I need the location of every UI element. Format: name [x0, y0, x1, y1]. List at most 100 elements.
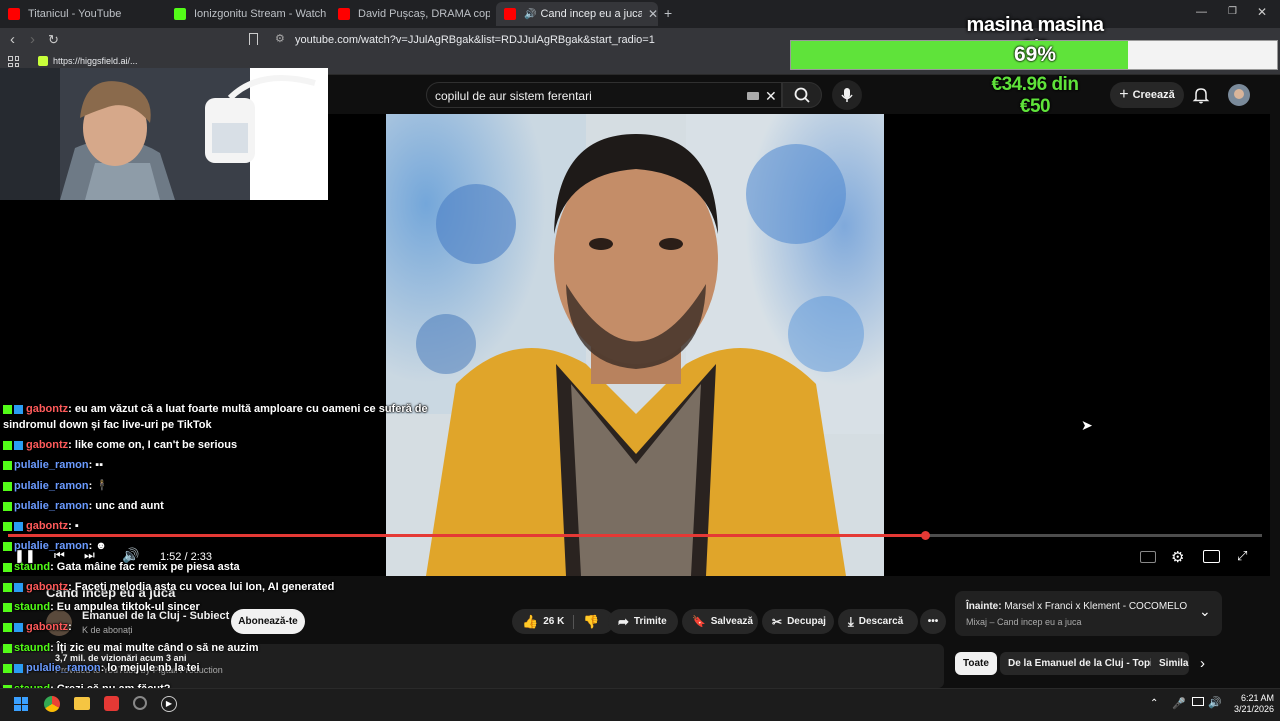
fullscreen-icon[interactable]: ⤢ [1237, 548, 1247, 564]
up-next-card[interactable]: Înainte: Marsel x Franci x Klement - COC… [955, 591, 1222, 636]
chevron-down-icon[interactable]: ⌄ [1199, 603, 1211, 620]
chat-text: : Gata mâine fac remix pe piesa asta [50, 561, 240, 573]
tab-titanicul[interactable]: Titanicul - YouTube [0, 4, 165, 24]
chat-username[interactable]: gabontz [26, 581, 68, 593]
kick-badge-icon [3, 643, 12, 653]
keyboard-icon[interactable] [747, 92, 759, 100]
chat-username[interactable]: pulalie_ramon [14, 459, 89, 471]
subscribe-button[interactable]: Abonează-te [231, 609, 305, 634]
save-button[interactable]: 🔖 Salvează [682, 609, 758, 634]
thumbs-down-icon[interactable]: 👎 [583, 614, 599, 630]
twitter-badge-icon [14, 404, 23, 414]
new-tab-icon[interactable]: + [664, 5, 672, 21]
clip-button[interactable]: ✂ Decupaj [762, 609, 834, 634]
tray-volume-icon[interactable]: 🔊 [1208, 696, 1222, 709]
tab-active-video[interactable]: 🔊 Cand incep eu a juca - YouTub ✕ [496, 2, 658, 26]
restore-icon[interactable]: ❐ [1228, 6, 1237, 17]
taskbar-clock[interactable]: 6:21 AM 3/21/2026 [1224, 693, 1274, 715]
tab-kick-stream[interactable]: Ionizgonitu Stream - Watch Live on K [166, 4, 328, 24]
chat-username[interactable]: staund [14, 561, 50, 573]
settings-gear-icon[interactable]: ⚙ [1171, 548, 1184, 566]
twitter-badge-icon [14, 521, 23, 531]
notifications-button[interactable] [1192, 86, 1210, 104]
tray-microphone-icon[interactable]: 🎤 [1172, 697, 1186, 710]
twitter-badge-icon [14, 663, 23, 673]
create-label: Creează [1132, 89, 1175, 101]
more-actions-button[interactable]: ••• [920, 609, 946, 634]
avatar[interactable] [1228, 84, 1250, 106]
audio-playing-icon: 🔊 [524, 8, 537, 20]
tray-network-icon[interactable] [1192, 697, 1204, 706]
share-label: Trimite [633, 616, 667, 627]
url-field[interactable]: youtube.com/watch?v=JJulAgRBgak&list=RDJ… [270, 30, 790, 50]
app-icon[interactable] [104, 696, 119, 711]
bookmark-icon[interactable] [249, 33, 258, 45]
kick-badge-icon [3, 663, 12, 673]
apps-grid-icon[interactable] [8, 56, 19, 67]
like-count[interactable]: 26 K [543, 616, 564, 627]
chat-username[interactable]: pulalie_ramon [14, 500, 89, 512]
search-input[interactable]: copilul de aur sistem ferentari ✕ [426, 82, 782, 108]
window-close-icon[interactable]: ✕ [1257, 5, 1267, 19]
chat-text: : eu am văzut că a luat foarte multă amp… [68, 403, 428, 415]
up-next-title: Marsel x Franci x Klement - COCOMELO [1004, 601, 1188, 612]
download-button[interactable]: ⤓ Descarcă [838, 609, 918, 634]
search-button[interactable] [782, 82, 822, 108]
media-play-icon[interactable]: ▶ [161, 696, 177, 712]
webcam-overlay [0, 68, 328, 200]
share-button[interactable]: ➦ Trimite [608, 609, 678, 634]
chat-text: : Faceți melodia asta cu vocea lui Ion, … [68, 581, 335, 593]
reload-icon[interactable]: ↻ [48, 32, 59, 48]
thumbs-up-icon[interactable]: 👍 [522, 614, 538, 630]
tray-chevron-up-icon[interactable]: ⌃ [1150, 698, 1158, 709]
search-value: copilul de aur sistem ferentari [435, 89, 592, 103]
chat-username[interactable]: staund [14, 642, 50, 654]
chat-message: sindromul down și fac live-uri pe TikTok [3, 419, 212, 431]
close-tab-icon[interactable]: ✕ [648, 7, 658, 21]
more-dots-icon: ••• [927, 616, 939, 627]
chat-username[interactable]: pulalie_ramon [14, 540, 89, 552]
chat-username[interactable]: gabontz [26, 403, 68, 415]
video-frame [386, 114, 884, 576]
chat-text: : lo mejule nb la tei [100, 662, 200, 674]
back-icon[interactable]: ‹ [10, 31, 15, 48]
clear-search-icon[interactable]: ✕ [765, 83, 777, 109]
twitter-badge-icon [14, 622, 23, 632]
kick-badge-icon [3, 602, 12, 612]
forward-icon[interactable]: › [30, 31, 35, 48]
chip-all[interactable]: Toate [955, 652, 997, 675]
kick-badge-icon [3, 562, 12, 572]
chat-username[interactable]: staund [14, 601, 50, 613]
tab-david-puscas[interactable]: David Pușcaș, DRAMA copilului ABAN [330, 4, 490, 24]
bookmark-higgsfield[interactable]: https://higgsfield.ai/... [38, 56, 138, 66]
chat-message: staund: Gata mâine fac remix pe piesa as… [3, 561, 240, 573]
chat-username[interactable]: gabontz [26, 439, 68, 451]
kick-badge-icon [3, 501, 12, 511]
chat-text: : like come on, I can't be serious [68, 439, 238, 451]
chat-username[interactable]: gabontz [26, 520, 68, 532]
subtitles-icon[interactable] [1140, 551, 1156, 563]
minimize-icon[interactable]: — [1196, 6, 1207, 18]
voice-search-button[interactable] [832, 80, 862, 110]
tab-label: Titanicul - YouTube [28, 8, 122, 20]
search-icon [794, 87, 810, 103]
create-button[interactable]: + Creează [1110, 82, 1184, 108]
download-icon: ⤓ [848, 613, 854, 629]
subscriber-count: K de abonați [82, 625, 133, 635]
chrome-icon[interactable] [44, 696, 60, 712]
clip-label: Decupaj [787, 616, 826, 627]
obs-icon[interactable] [133, 696, 147, 710]
kick-badge-icon [3, 404, 12, 414]
file-explorer-icon[interactable] [74, 697, 90, 710]
chip-similar[interactable]: Simila [1151, 652, 1189, 675]
taskbar: ▶ ⌃ 🎤 🔊 [0, 688, 1280, 721]
chevron-right-icon[interactable]: › [1200, 655, 1205, 672]
chat-username[interactable]: pulalie_ramon [26, 662, 101, 674]
chat-username[interactable]: gabontz [26, 621, 68, 633]
bookmark-label: https://higgsfield.ai/... [53, 56, 138, 66]
windows-start-icon[interactable] [14, 697, 28, 711]
chip-from-channel[interactable]: De la Emanuel de la Cluj - Topic [1000, 652, 1167, 675]
progress-scrubber[interactable] [921, 531, 930, 540]
chat-username[interactable]: pulalie_ramon [14, 480, 89, 492]
theater-mode-icon[interactable] [1203, 550, 1220, 563]
